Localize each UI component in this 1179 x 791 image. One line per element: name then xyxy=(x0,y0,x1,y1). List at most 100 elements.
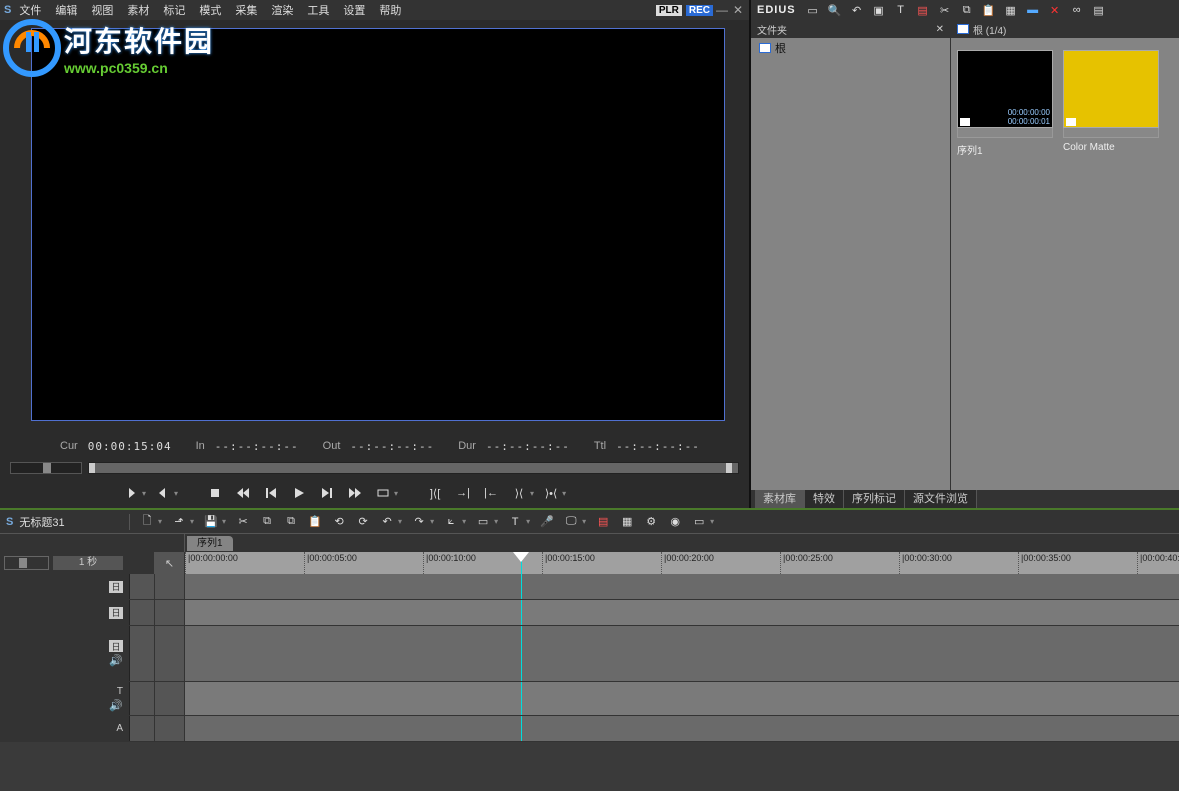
paste2-icon[interactable]: 📋 xyxy=(308,515,322,529)
rewind-button[interactable] xyxy=(232,484,254,502)
insert-button[interactable]: ]⟨[ xyxy=(424,484,446,502)
cut-icon[interactable]: ✂ xyxy=(938,3,952,17)
mixer-icon[interactable]: ⚙ xyxy=(644,515,658,529)
up-icon[interactable]: ↶ xyxy=(850,3,864,17)
grid-icon[interactable]: ▦ xyxy=(620,515,634,529)
menu-help[interactable]: 帮助 xyxy=(373,2,407,18)
menu-settings[interactable]: 设置 xyxy=(337,2,371,18)
forward-button[interactable] xyxy=(344,484,366,502)
copy-icon[interactable]: ⧉ xyxy=(960,3,974,17)
paste-icon[interactable]: 📋 xyxy=(982,3,996,17)
monitor-icon[interactable]: 🖵 xyxy=(564,515,578,529)
track-a-label: A xyxy=(116,723,123,734)
menu-tools[interactable]: 工具 xyxy=(301,2,335,18)
ruler-tick: |00:00:00:00 xyxy=(185,552,238,574)
delete2-icon[interactable]: ▭ xyxy=(476,515,490,529)
shuttle-slider[interactable] xyxy=(10,462,82,474)
playhead-icon[interactable] xyxy=(513,552,529,562)
folder-icon[interactable]: ▭ xyxy=(806,3,820,17)
bars-icon[interactable]: ▤ xyxy=(916,3,930,17)
props-icon[interactable]: ∞ xyxy=(1070,3,1084,17)
clip-icon[interactable]: ▣ xyxy=(872,3,886,17)
copy3-icon[interactable]: ⧉ xyxy=(284,515,298,529)
close-icon[interactable]: ✕ xyxy=(731,3,745,17)
v-lock-icon[interactable] xyxy=(6,536,20,550)
play-button[interactable] xyxy=(288,484,310,502)
overwrite-left-button[interactable]: →| xyxy=(452,484,474,502)
title2-icon[interactable]: T xyxy=(508,515,522,529)
view2-icon[interactable]: ▬ xyxy=(1026,3,1040,17)
track-toggle-icon[interactable]: 日 xyxy=(109,640,123,652)
tab-fx[interactable]: 特效 xyxy=(805,490,844,508)
track-a1[interactable] xyxy=(185,716,1179,741)
menu-edit[interactable]: 编辑 xyxy=(49,2,83,18)
list-icon[interactable]: ▤ xyxy=(1092,3,1106,17)
track-va1[interactable] xyxy=(185,626,1179,681)
tc-dur: --:--:--:-- xyxy=(486,440,570,453)
mode-button[interactable]: ⟩•⟨ xyxy=(540,484,562,502)
tc-in: --:--:--:-- xyxy=(215,440,299,453)
menu-view[interactable]: 视图 xyxy=(85,2,119,18)
folder-close-icon[interactable]: ✕ xyxy=(936,24,944,35)
menu-marker[interactable]: 标记 xyxy=(157,2,191,18)
view1-icon[interactable]: ▦ xyxy=(1004,3,1018,17)
new-seq-icon[interactable]: 🗋 xyxy=(140,515,154,529)
set-out-button[interactable] xyxy=(152,484,174,502)
transport-bar: ▾ ▾ ▾ ]⟨[ →| |← ⟩⟨▾ ⟩•⟨▾ xyxy=(0,478,749,508)
undo-icon[interactable]: ↶ xyxy=(380,515,394,529)
arrow-tool-icon[interactable]: ↖ xyxy=(165,557,174,570)
next-frame-button[interactable] xyxy=(316,484,338,502)
loop-button[interactable] xyxy=(372,484,394,502)
track-t-label: T xyxy=(117,686,123,697)
menu-mode[interactable]: 模式 xyxy=(193,2,227,18)
ripple-icon[interactable]: ⟲ xyxy=(332,515,346,529)
copy2-icon[interactable]: ⧉ xyxy=(260,515,274,529)
menu-clip[interactable]: 素材 xyxy=(121,2,155,18)
track-t1[interactable] xyxy=(185,682,1179,715)
tc-ttl: --:--:--:-- xyxy=(616,440,700,453)
zoom-slider[interactable] xyxy=(4,556,49,570)
mic-icon[interactable]: 🎤 xyxy=(540,515,554,529)
track-v2[interactable] xyxy=(185,600,1179,625)
menu-capture[interactable]: 采集 xyxy=(229,2,263,18)
scale-label[interactable]: 1 秒 xyxy=(53,556,123,570)
ruler-tick: |00:00:20:00 xyxy=(661,552,714,574)
scrub-bar[interactable] xyxy=(88,462,739,474)
preview-monitor[interactable] xyxy=(31,28,725,421)
redo-icon[interactable]: ↷ xyxy=(412,515,426,529)
track-toggle-icon[interactable]: 日 xyxy=(109,607,123,619)
color-icon[interactable]: ◉ xyxy=(668,515,682,529)
title-icon[interactable]: T xyxy=(894,3,908,17)
minimize-icon[interactable]: — xyxy=(715,3,729,17)
clip-color-matte[interactable]: Color Matte xyxy=(1063,50,1159,157)
set-in-button[interactable] xyxy=(120,484,142,502)
trim-button[interactable]: ⟩⟨ xyxy=(508,484,530,502)
prev-frame-button[interactable] xyxy=(260,484,282,502)
cut2-icon[interactable]: ✂ xyxy=(236,515,250,529)
tab-bin[interactable]: 素材库 xyxy=(755,490,805,508)
razor-icon[interactable]: ⟀ xyxy=(444,515,458,529)
clip-sequence1[interactable]: 00:00:00:0000:00:00:01 序列1 xyxy=(957,50,1053,157)
search-icon[interactable]: 🔍 xyxy=(828,3,842,17)
overwrite-right-button[interactable]: |← xyxy=(480,484,502,502)
tab-source[interactable]: 源文件浏览 xyxy=(905,490,977,508)
open-icon[interactable]: ⬏ xyxy=(172,515,186,529)
track-toggle-icon[interactable]: 日 xyxy=(109,581,123,593)
timeline-ruler[interactable]: 00:00:05:14 |00:00:00:00|00:00:05:00|00:… xyxy=(185,552,1179,574)
tc-cur: 00:00:15:04 xyxy=(88,440,172,453)
menu-file[interactable]: 文件 xyxy=(13,2,47,18)
speaker-icon[interactable]: 🔊 xyxy=(109,699,123,712)
sequence-tab[interactable]: 序列1 xyxy=(187,536,233,551)
export-icon[interactable]: ▭ xyxy=(692,515,706,529)
scope-icon[interactable]: ▤ xyxy=(596,515,610,529)
folder-panel: 文件夹✕ 根 xyxy=(751,20,951,490)
delete-icon[interactable]: ✕ xyxy=(1048,3,1062,17)
split-icon[interactable]: ⟳ xyxy=(356,515,370,529)
menu-render[interactable]: 渲染 xyxy=(265,2,299,18)
tab-markers[interactable]: 序列标记 xyxy=(844,490,905,508)
folder-root[interactable]: 根 xyxy=(751,38,950,58)
speaker-icon[interactable]: 🔊 xyxy=(109,654,123,667)
track-v3[interactable] xyxy=(185,574,1179,599)
save-icon[interactable]: 💾 xyxy=(204,515,218,529)
stop-button[interactable] xyxy=(204,484,226,502)
